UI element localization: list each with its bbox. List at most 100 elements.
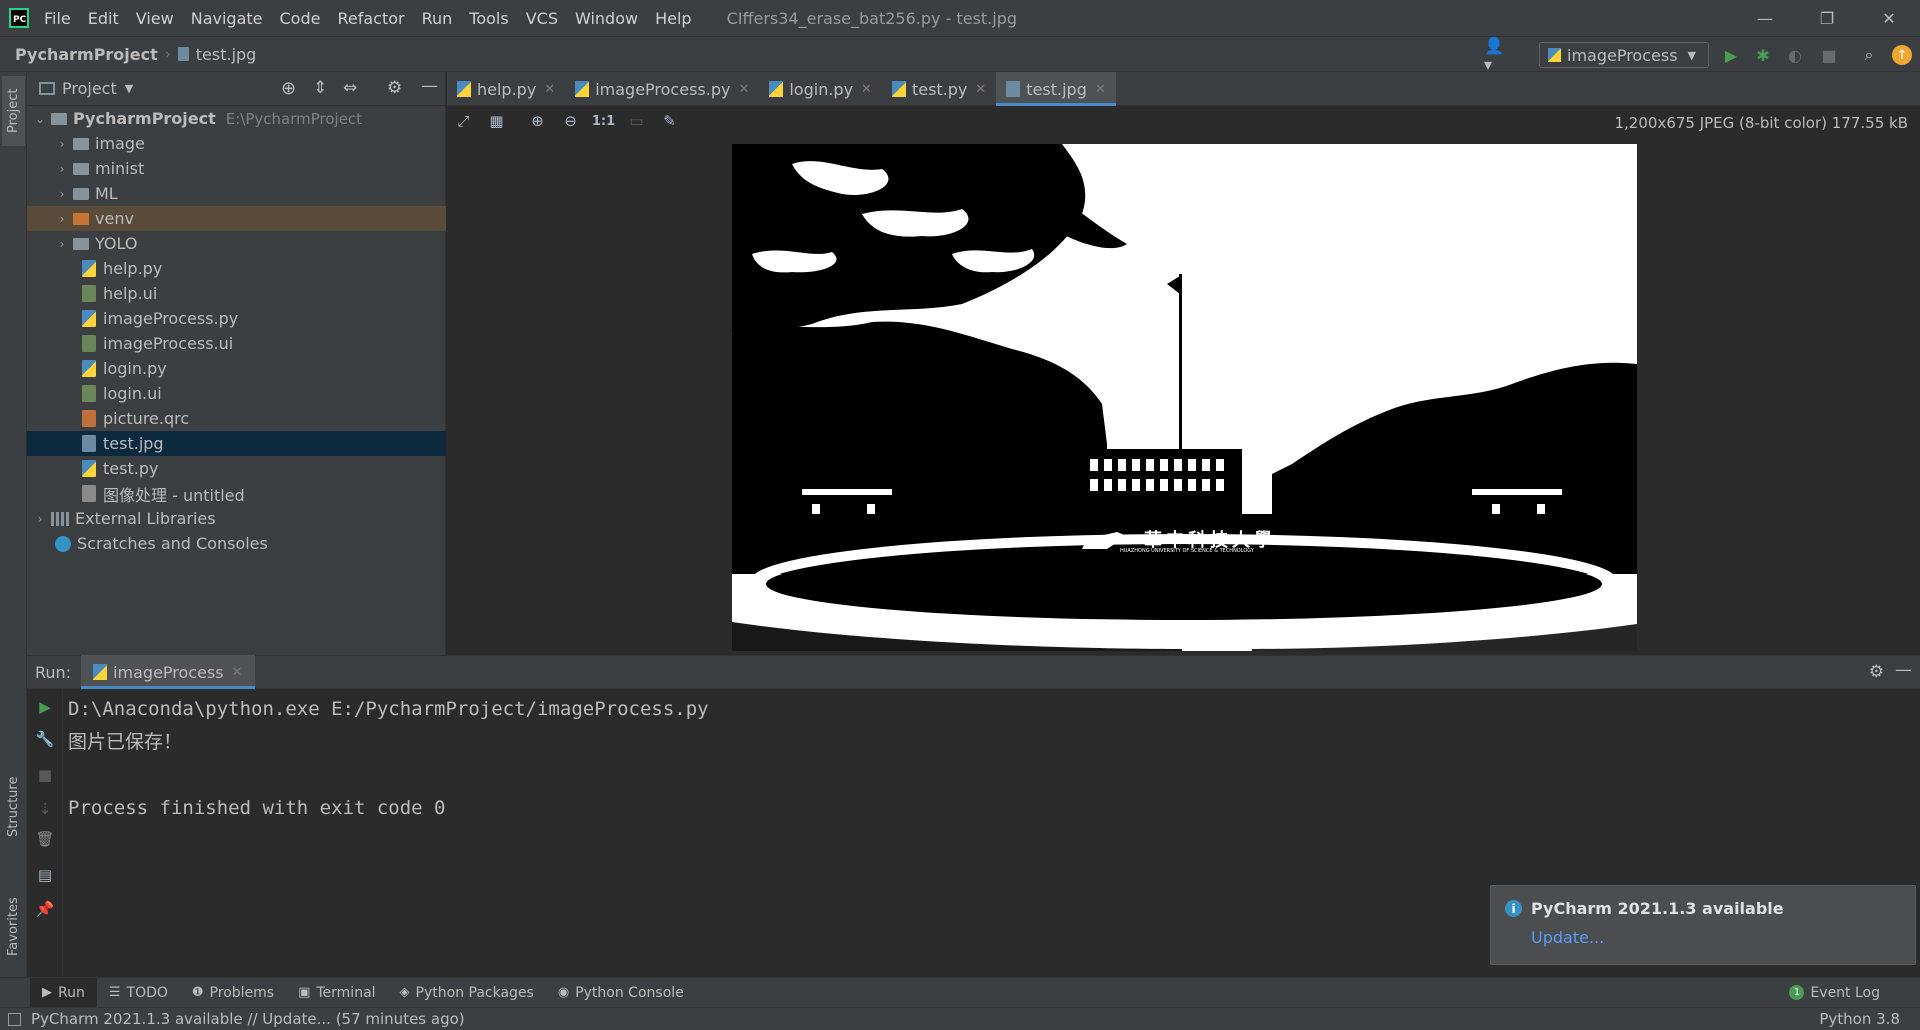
- tree-item-yolo[interactable]: › YOLO: [27, 231, 446, 256]
- locate-icon[interactable]: ⊕: [281, 78, 296, 99]
- tab-test-py[interactable]: test.py ✕: [882, 72, 996, 106]
- run-tab-imageprocess[interactable]: imageProcess ✕: [81, 655, 255, 689]
- fit-zoom-icon[interactable]: ⤢: [447, 107, 480, 135]
- tree-item-help-ui[interactable]: help.ui: [27, 281, 446, 306]
- menu-code[interactable]: Code: [280, 9, 321, 28]
- python-file-icon: [457, 81, 471, 97]
- gear-icon[interactable]: ⚙: [387, 78, 402, 98]
- color-picker-icon[interactable]: ✎: [653, 107, 686, 135]
- tree-item-help-py[interactable]: help.py: [27, 256, 446, 281]
- close-tab-icon[interactable]: ✕: [738, 82, 749, 97]
- run-icon[interactable]: ▶: [1720, 44, 1742, 66]
- tree-item-imageprocess-py[interactable]: imageProcess.py: [27, 306, 446, 331]
- close-button[interactable]: ✕: [1858, 0, 1920, 36]
- close-tab-icon[interactable]: ✕: [861, 82, 872, 97]
- chevron-down-icon[interactable]: ▼: [125, 82, 133, 95]
- menu-help[interactable]: Help: [655, 9, 691, 28]
- tree-item-scratches[interactable]: Scratches and Consoles: [27, 531, 446, 556]
- tab-help-py[interactable]: help.py ✕: [447, 72, 565, 106]
- project-panel-title[interactable]: Project: [62, 79, 117, 98]
- close-tab-icon[interactable]: ✕: [544, 82, 555, 97]
- menu-tools[interactable]: Tools: [469, 9, 508, 28]
- tree-item-external-libraries[interactable]: › External Libraries: [27, 506, 446, 531]
- tree-item-imageprocess-ui[interactable]: imageProcess.ui: [27, 331, 446, 356]
- search-icon[interactable]: ⌕: [1858, 44, 1880, 66]
- interpreter-status[interactable]: Python 3.8: [1819, 1010, 1900, 1028]
- tab-imageprocess-py[interactable]: imageProcess.py ✕: [565, 72, 759, 106]
- tree-item-venv[interactable]: › venv: [27, 206, 446, 231]
- breadcrumb-project[interactable]: PycharmProject: [15, 45, 158, 64]
- layout-icon[interactable]: ▤: [35, 865, 55, 885]
- tool-tab-todo[interactable]: ☰ TODO: [97, 978, 180, 1008]
- run-configuration-select[interactable]: imageProcess ▼: [1539, 42, 1709, 68]
- debug-icon[interactable]: ✱: [1752, 44, 1774, 66]
- zoom-out-icon[interactable]: ⊖: [554, 107, 587, 135]
- menu-navigate[interactable]: Navigate: [191, 9, 263, 28]
- close-tab-icon[interactable]: ✕: [232, 665, 243, 680]
- minimize-button[interactable]: —: [1734, 0, 1796, 36]
- close-tab-icon[interactable]: ✕: [1095, 82, 1106, 97]
- update-link[interactable]: Update...: [1531, 928, 1604, 947]
- expand-all-icon[interactable]: ⇕: [313, 78, 327, 98]
- tool-tab-terminal[interactable]: ▣ Terminal: [286, 978, 387, 1008]
- trash-icon[interactable]: 🗑: [35, 829, 55, 849]
- tree-item-test-jpg[interactable]: test.jpg: [27, 431, 446, 456]
- update-icon[interactable]: ↑: [1892, 45, 1912, 65]
- menu-vcs[interactable]: VCS: [526, 9, 558, 28]
- rerun-icon[interactable]: ▶: [35, 697, 55, 717]
- chevron-right-icon[interactable]: ›: [55, 237, 69, 251]
- tree-item-login-ui[interactable]: login.ui: [27, 381, 446, 406]
- tree-item-picture-qrc[interactable]: picture.qrc: [27, 406, 446, 431]
- editor-tab-bar: help.py ✕ imageProcess.py ✕ login.py ✕ t…: [447, 72, 1920, 106]
- tree-item-image[interactable]: › image: [27, 131, 446, 156]
- menu-run[interactable]: Run: [422, 9, 453, 28]
- tool-tab-run[interactable]: ▶ Run: [30, 977, 97, 1008]
- zoom-in-icon[interactable]: ⊕: [521, 107, 554, 135]
- menu-view[interactable]: View: [136, 9, 174, 28]
- stop-icon[interactable]: ■: [1818, 44, 1840, 66]
- gear-icon[interactable]: ⚙: [1869, 662, 1884, 682]
- tab-project-tool[interactable]: Project: [2, 76, 25, 146]
- chevron-right-icon[interactable]: ›: [55, 187, 69, 201]
- fit-window-icon[interactable]: ▭: [620, 107, 653, 135]
- tree-item-minist[interactable]: › minist: [27, 156, 446, 181]
- menu-window[interactable]: Window: [575, 9, 638, 28]
- coverage-icon[interactable]: ◐: [1784, 44, 1806, 66]
- menu-refactor[interactable]: Refactor: [337, 9, 404, 28]
- stop-icon[interactable]: ■: [35, 765, 55, 785]
- chevron-down-icon[interactable]: ⌄: [33, 112, 47, 126]
- chevron-right-icon[interactable]: ›: [55, 212, 69, 226]
- hide-panel-icon[interactable]: —: [421, 76, 438, 96]
- status-message[interactable]: PyCharm 2021.1.3 available // Update... …: [31, 1010, 465, 1028]
- menu-file[interactable]: File: [44, 9, 71, 28]
- close-tab-icon[interactable]: ✕: [975, 82, 986, 97]
- pin-icon[interactable]: 📌: [35, 899, 55, 919]
- tab-structure-tool[interactable]: Structure: [2, 762, 25, 852]
- tree-item-ml[interactable]: › ML: [27, 181, 446, 206]
- grid-icon[interactable]: ▦: [480, 107, 513, 135]
- breadcrumb-file[interactable]: test.jpg: [177, 45, 256, 64]
- tool-tab-python-packages[interactable]: ◈ Python Packages: [388, 978, 546, 1008]
- layout-toggle-icon[interactable]: [8, 1012, 21, 1026]
- tool-tab-python-console[interactable]: ◉ Python Console: [546, 978, 696, 1008]
- scroll-to-end-icon[interactable]: ⇣: [35, 799, 55, 819]
- tab-test-jpg[interactable]: test.jpg ✕: [996, 72, 1117, 106]
- tree-root[interactable]: ⌄ PycharmProject E:\PycharmProject: [27, 106, 446, 131]
- hide-panel-icon[interactable]: —: [1895, 660, 1912, 680]
- chevron-right-icon[interactable]: ›: [33, 512, 47, 526]
- tool-tab-problems[interactable]: ❶ Problems: [180, 978, 286, 1008]
- wrench-icon[interactable]: 🔧: [35, 729, 55, 749]
- user-icon[interactable]: 👤▾: [1484, 36, 1506, 74]
- chevron-right-icon[interactable]: ›: [55, 162, 69, 176]
- restore-button[interactable]: ❐: [1796, 0, 1858, 36]
- chevron-right-icon[interactable]: ›: [55, 137, 69, 151]
- tab-login-py[interactable]: login.py ✕: [759, 72, 882, 106]
- menu-edit[interactable]: Edit: [88, 9, 119, 28]
- tree-item-test-py[interactable]: test.py: [27, 456, 446, 481]
- actual-size-button[interactable]: 1:1: [587, 107, 620, 135]
- tree-item-untitled[interactable]: 图像处理 - untitled: [27, 481, 446, 506]
- tree-item-login-py[interactable]: login.py: [27, 356, 446, 381]
- tab-favorites-tool[interactable]: Favorites: [2, 882, 25, 972]
- tool-tab-event-log[interactable]: 1 Event Log: [1777, 978, 1892, 1008]
- collapse-all-icon[interactable]: ⇔: [343, 78, 357, 98]
